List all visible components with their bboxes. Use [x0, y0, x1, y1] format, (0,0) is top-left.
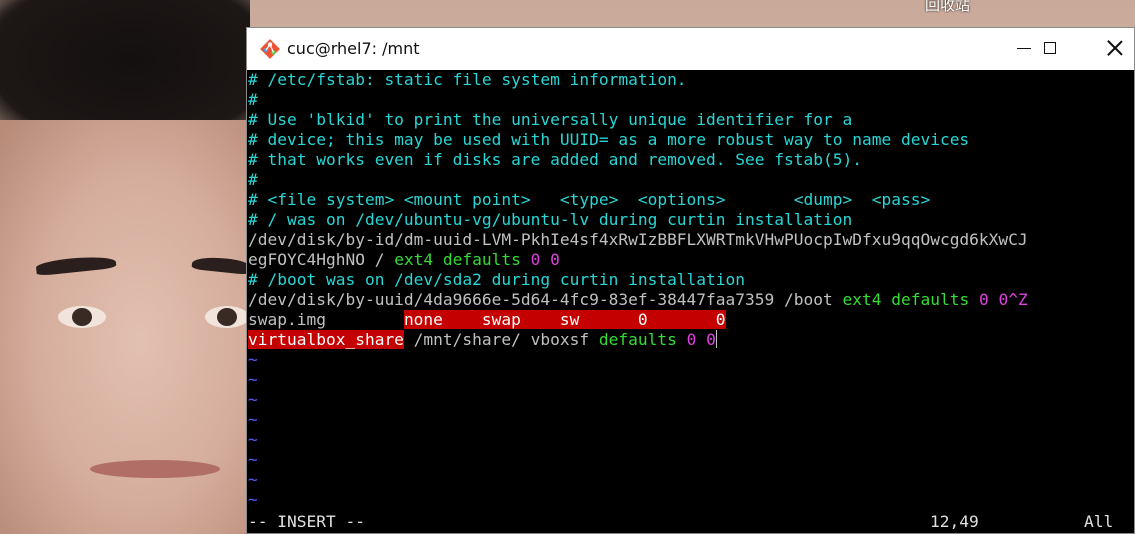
empty-line-tilde: ~ [248, 350, 258, 369]
fstab-device: /dev/disk/by-uuid/4da9666e-5d64-4fc9-83e… [248, 290, 843, 309]
fstab-dump-pass: 0 0 [686, 330, 716, 349]
portrait-eye-right [205, 306, 249, 328]
empty-line-tilde: ~ [248, 450, 258, 469]
maximize-button[interactable] [1027, 28, 1073, 68]
editor-line: # /etc/fstab: static file system informa… [248, 70, 687, 89]
fstab-device: egFOYC4HghNO / [248, 250, 395, 269]
error-highlight: virtualbox_share [248, 330, 404, 349]
fstab-type-options: ext4 defaults [394, 250, 521, 269]
empty-line-tilde: ~ [248, 370, 258, 389]
editor-line: # Use 'blkid' to print the universally u… [248, 110, 853, 129]
close-button[interactable] [1092, 28, 1135, 68]
empty-line-tilde: ~ [248, 470, 258, 489]
maximize-icon [1044, 42, 1056, 54]
editor-line: # device; this may be used with UUID= as… [248, 130, 970, 149]
recycle-bin-label[interactable]: 回收站 [925, 0, 970, 15]
empty-line-tilde: ~ [248, 390, 258, 409]
empty-line-tilde: ~ [248, 490, 258, 509]
fstab-options: defaults [598, 330, 677, 349]
text-cursor [715, 330, 717, 348]
editor-line: egFOYC4HghNO / ext4 defaults 0 0 [248, 250, 560, 270]
editor-line: # / was on /dev/ubuntu-vg/ubuntu-lv duri… [248, 210, 853, 229]
close-icon [1107, 40, 1123, 56]
fstab-device: swap.img [248, 310, 404, 329]
editor-line: # [248, 170, 258, 189]
fstab-dump-pass: 0 0 [978, 290, 1009, 309]
fstab-type-options: ext4 defaults [842, 290, 970, 309]
vim-editor[interactable]: # /etc/fstab: static file system informa… [247, 70, 1134, 533]
portrait-mouth [90, 460, 220, 478]
editor-line: # <file system> <mount point> <type> <op… [248, 190, 931, 209]
terminal-window[interactable]: cuc@rhel7: /mnt # /etc/fstab: static fil… [246, 27, 1135, 534]
error-highlight: none swap sw 0 0 [403, 310, 726, 329]
git-bash-icon [260, 39, 280, 59]
control-char: ^Z [1008, 290, 1028, 309]
cursor-position: 12,49 [930, 512, 979, 531]
window-title: cuc@rhel7: /mnt [287, 39, 420, 58]
portrait-eye-left [58, 306, 106, 328]
empty-line-tilde: ~ [248, 430, 258, 449]
title-bar[interactable]: cuc@rhel7: /mnt [247, 28, 1134, 70]
editor-line: virtualbox_share /mnt/share/ vboxsf defa… [248, 330, 717, 350]
fstab-mount-point: /mnt/share/ vboxsf [403, 330, 599, 349]
editor-line: swap.img none swap sw 0 0 [248, 310, 726, 330]
editor-line: # [248, 90, 258, 109]
empty-line-tilde: ~ [248, 410, 258, 429]
scroll-indicator: All [1084, 512, 1114, 531]
editor-line: /dev/disk/by-id/dm-uuid-LVM-PkhIe4sf4xRw… [248, 230, 1028, 249]
vim-mode-indicator: -- INSERT -- [248, 512, 365, 531]
editor-line: /dev/disk/by-uuid/4da9666e-5d64-4fc9-83e… [248, 290, 1028, 310]
editor-line: # /boot was on /dev/sda2 during curtin i… [248, 270, 746, 289]
editor-line: # that works even if disks are added and… [248, 150, 862, 169]
fstab-dump-pass: 0 0 [530, 250, 560, 269]
